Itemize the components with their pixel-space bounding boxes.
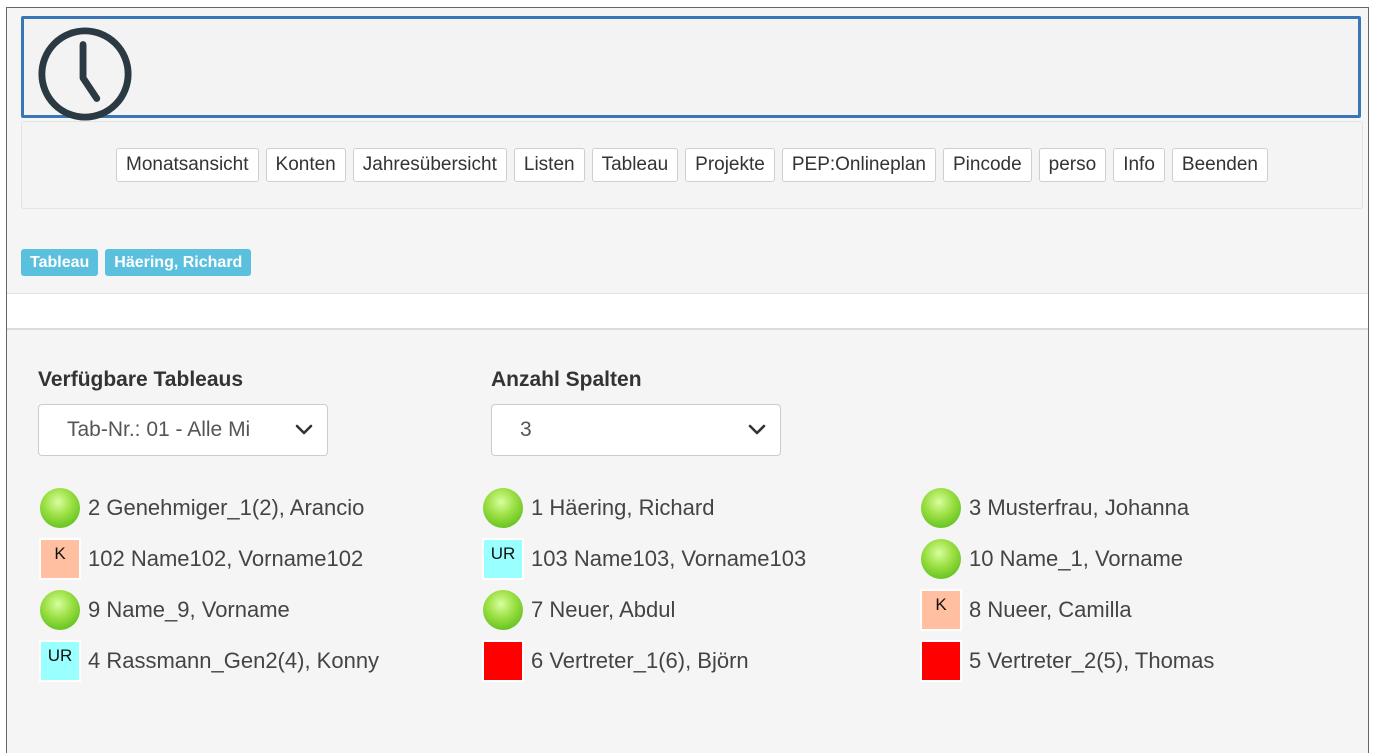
status-present-icon [481, 588, 525, 632]
status-present-icon [919, 486, 963, 530]
status-present-icon [481, 486, 525, 530]
status-absence-badge: UR [38, 639, 82, 683]
status-absence-badge: K [919, 588, 963, 632]
nav-panel: Monatsansicht Konten Jahresübersicht Lis… [21, 121, 1363, 209]
breadcrumb-user[interactable]: Häering, Richard [105, 249, 252, 276]
employee-name: 3 Musterfrau, Johanna [969, 495, 1190, 520]
employee-name: 4 Rassmann_Gen2(4), Konny [88, 648, 380, 673]
tableau-select[interactable]: Tab-Nr.: 01 - Alle Mi [38, 404, 328, 456]
status-absence-badge: K [38, 537, 82, 581]
main-nav: Monatsansicht Konten Jahresübersicht Lis… [22, 148, 1362, 182]
chevron-down-icon [748, 424, 766, 435]
status-absence-badge [919, 639, 963, 683]
nav-jahresuebersicht-button[interactable]: Jahresübersicht [352, 148, 507, 182]
employee-name: 103 Name103, Vorname103 [531, 546, 807, 571]
tableaus-label: Verfügbare Tableaus [38, 368, 244, 391]
status-present-icon [38, 486, 82, 530]
nav-beenden-button[interactable]: Beenden [1171, 148, 1268, 182]
status-absence-badge: UR [481, 537, 525, 581]
employee-entry[interactable]: UR 103 Name103, Vorname103 [481, 537, 806, 581]
employee-entry[interactable]: K 102 Name102, Vorname102 [38, 537, 363, 581]
nav-perso-button[interactable]: perso [1038, 148, 1107, 182]
employee-entry[interactable]: 1 Häering, Richard [481, 486, 714, 530]
columns-label: Anzahl Spalten [491, 368, 642, 391]
employee-name: 6 Vertreter_1(6), Björn [531, 648, 749, 673]
nav-pep-onlineplan-button[interactable]: PEP:Onlineplan [781, 148, 936, 182]
status-present-icon [919, 537, 963, 581]
nav-pincode-button[interactable]: Pincode [943, 148, 1032, 182]
employee-entry[interactable]: K8 Nueer, Camilla [919, 588, 1132, 632]
nav-listen-button[interactable]: Listen [513, 148, 585, 182]
employee-name: 7 Neuer, Abdul [531, 597, 676, 622]
employee-entry[interactable]: 5 Vertreter_2(5), Thomas [919, 639, 1214, 683]
nav-konten-button[interactable]: Konten [265, 148, 346, 182]
employee-name: 1 Häering, Richard [531, 495, 715, 520]
tableau-select-value: Tab-Nr.: 01 - Alle Mi [67, 418, 251, 441]
clock-icon [38, 27, 132, 121]
breadcrumb-tableau[interactable]: Tableau [21, 249, 99, 276]
employee-entry[interactable]: 6 Vertreter_1(6), Björn [481, 639, 749, 683]
employee-name: 8 Nueer, Camilla [969, 597, 1132, 622]
employee-entry[interactable]: UR 4 Rassmann_Gen2(4), Konny [38, 639, 379, 683]
employee-entry[interactable]: 7 Neuer, Abdul [481, 588, 675, 632]
employee-name: 10 Name_1, Vorname [969, 546, 1184, 571]
employee-name: 2 Genehmiger_1(2), Arancio [88, 495, 365, 520]
breadcrumb: Tableau Häering, Richard [21, 249, 252, 276]
employee-entry[interactable]: 10 Name_1, Vorname [919, 537, 1183, 581]
columns-select[interactable]: 3 [491, 404, 781, 456]
employee-entry[interactable]: 9 Name_9, Vorname [38, 588, 290, 632]
separator-band [7, 293, 1368, 330]
header-banner [21, 16, 1361, 121]
employee-name: 102 Name102, Vorname102 [88, 546, 364, 571]
employee-name: 5 Vertreter_2(5), Thomas [969, 648, 1215, 673]
chevron-down-icon [295, 424, 313, 435]
employee-name: 9 Name_9, Vorname [88, 597, 290, 622]
nav-info-button[interactable]: Info [1113, 148, 1165, 182]
employee-entry[interactable]: 3 Musterfrau, Johanna [919, 486, 1189, 530]
nav-monatsansicht-button[interactable]: Monatsansicht [116, 148, 259, 182]
nav-tableau-button[interactable]: Tableau [591, 148, 679, 182]
employee-entry[interactable]: 2 Genehmiger_1(2), Arancio [38, 486, 364, 530]
columns-select-value: 3 [520, 418, 532, 441]
status-absence-badge [481, 639, 525, 683]
status-present-icon [38, 588, 82, 632]
nav-projekte-button[interactable]: Projekte [685, 148, 775, 182]
app-frame: Monatsansicht Konten Jahresübersicht Lis… [6, 7, 1369, 753]
